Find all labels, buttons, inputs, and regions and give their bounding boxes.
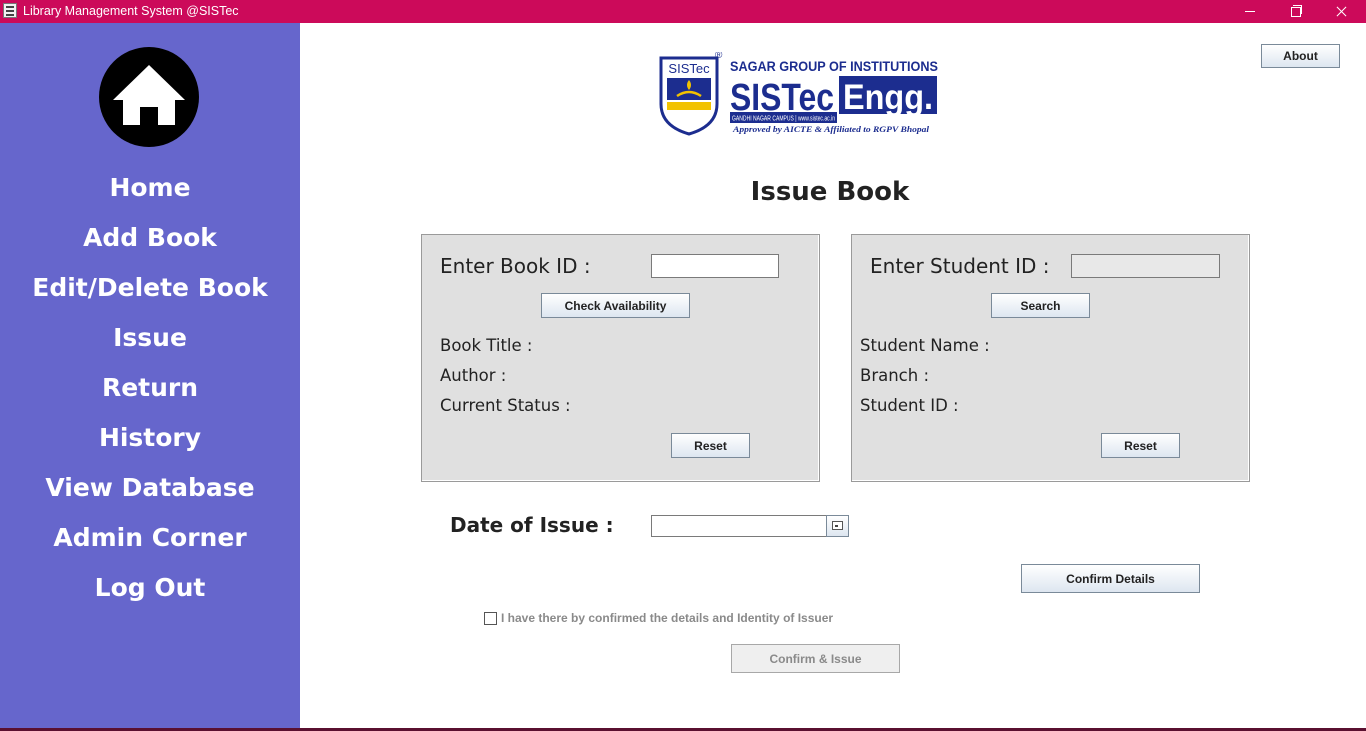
branch-label: Branch : [860, 366, 930, 385]
restore-button[interactable] [1272, 0, 1318, 23]
logo-approval-text: Approved by AICTE & Affiliated to RGPV B… [732, 124, 930, 134]
app-icon [3, 3, 17, 18]
logo-badge-text: SISTec [668, 61, 710, 76]
date-of-issue-input[interactable] [651, 515, 827, 537]
home-icon-glyph [113, 65, 185, 125]
student-panel: Enter Student ID : Search Student Name :… [851, 234, 1250, 482]
logo-group-text: SAGAR GROUP OF INSTITUTIONS [730, 59, 938, 74]
sidebar-item-home[interactable]: Home [0, 173, 300, 203]
minimize-button[interactable] [1227, 0, 1273, 23]
sidebar-item-edit-delete-book[interactable]: Edit/Delete Book [0, 273, 300, 303]
sidebar: Home Add Book Edit/Delete Book Issue Ret… [0, 23, 300, 731]
sidebar-item-admin-corner[interactable]: Admin Corner [0, 523, 300, 553]
title-bar: Library Management System @SISTec [0, 0, 1366, 23]
close-button[interactable] [1318, 0, 1364, 23]
home-icon[interactable] [99, 47, 199, 147]
confirm-identity-checkbox[interactable] [484, 612, 497, 625]
student-id-input[interactable] [1071, 254, 1220, 278]
student-id-label: Student ID : [860, 396, 959, 415]
student-reset-button[interactable]: Reset [1101, 433, 1180, 458]
book-id-label: Enter Book ID : [440, 254, 591, 278]
sidebar-item-log-out[interactable]: Log Out [0, 573, 300, 603]
sidebar-item-issue[interactable]: Issue [0, 323, 300, 353]
book-panel: Enter Book ID : Check Availability Book … [421, 234, 820, 482]
sidebar-item-history[interactable]: History [0, 423, 300, 453]
about-button[interactable]: About [1261, 44, 1340, 68]
calendar-icon[interactable] [826, 515, 849, 537]
book-reset-button[interactable]: Reset [671, 433, 750, 458]
sistec-logo: SISTec ® SAGAR GROUP OF INSTITUTIONS SIS… [659, 52, 938, 136]
sidebar-item-view-database[interactable]: View Database [0, 473, 300, 503]
date-of-issue-label: Date of Issue : [450, 513, 614, 537]
sidebar-item-add-book[interactable]: Add Book [0, 223, 300, 253]
page-title: Issue Book [750, 177, 910, 207]
student-id-input-label: Enter Student ID : [870, 254, 1050, 278]
check-availability-button[interactable]: Check Availability [541, 293, 690, 318]
logo-campus-text: GANDHI NAGAR CAMPUS | www.sistec.ac.in [732, 114, 835, 123]
confirm-details-button[interactable]: Confirm Details [1021, 564, 1200, 593]
student-name-label: Student Name : [860, 336, 990, 355]
window-title: Library Management System @SISTec [23, 4, 239, 18]
book-title-label: Book Title : [440, 336, 533, 355]
search-button[interactable]: Search [991, 293, 1090, 318]
book-id-input[interactable] [651, 254, 779, 278]
logo-name-part2: Engg. [843, 78, 933, 117]
current-status-label: Current Status : [440, 396, 571, 415]
author-label: Author : [440, 366, 507, 385]
confirm-and-issue-button[interactable]: Confirm & Issue [731, 644, 900, 673]
logo-registered-mark: ® [715, 52, 723, 61]
confirm-identity-label: I have there by confirmed the details an… [501, 611, 834, 625]
sidebar-item-return[interactable]: Return [0, 373, 300, 403]
